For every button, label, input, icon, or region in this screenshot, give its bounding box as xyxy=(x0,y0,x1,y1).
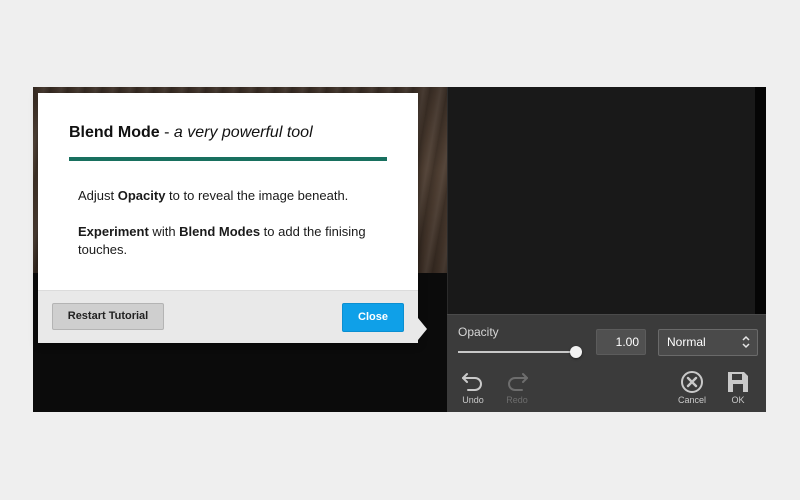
para2-bold-2: Blend Modes xyxy=(179,224,261,239)
blend-tool-panel: Opacity 1.00 Normal Undo Redo Cancel OK xyxy=(447,314,766,412)
cancel-label: Cancel xyxy=(677,395,706,405)
restart-tutorial-button[interactable]: Restart Tutorial xyxy=(52,303,164,330)
para1-text-1: Adjust xyxy=(78,188,118,203)
slider-fill xyxy=(458,351,576,353)
para1-bold-1: Opacity xyxy=(117,188,166,203)
blend-mode-select[interactable]: Normal xyxy=(658,329,758,356)
para1-text-2: to to reveal the image beneath. xyxy=(165,188,349,203)
redo-button[interactable]: Redo xyxy=(497,370,537,405)
updown-chevron-icon xyxy=(742,335,750,349)
tutorial-title: Blend Mode - a very powerful tool xyxy=(69,124,313,142)
para2-text-1: with xyxy=(148,224,180,239)
undo-arrow-icon xyxy=(462,373,482,391)
slider-knob[interactable] xyxy=(570,346,582,358)
redo-arrow-icon xyxy=(508,373,528,391)
tutorial-title-main: Blend Mode xyxy=(69,124,160,141)
ok-button[interactable]: OK xyxy=(718,370,758,405)
tutorial-divider xyxy=(69,157,387,161)
redo-label: Redo xyxy=(506,395,528,405)
opacity-label: Opacity xyxy=(458,325,499,339)
close-circle-icon xyxy=(681,371,703,393)
preview-canvas xyxy=(447,87,756,314)
undo-label: Undo xyxy=(462,395,484,405)
para2-bold-1: Experiment xyxy=(78,224,149,239)
tutorial-title-separator: - xyxy=(159,124,174,141)
close-tutorial-button[interactable]: Close xyxy=(342,303,404,332)
tutorial-title-subtitle: a very powerful tool xyxy=(173,124,313,141)
blend-mode-value: Normal xyxy=(667,335,706,349)
ok-label: OK xyxy=(731,395,745,405)
opacity-slider[interactable] xyxy=(458,346,582,358)
opacity-value-input[interactable]: 1.00 xyxy=(596,329,646,355)
canvas-edge xyxy=(755,87,766,314)
tutorial-paragraph-blend: Experiment with Blend Modes to add the f… xyxy=(78,223,378,259)
tutorial-popup: Blend Mode - a very powerful tool Adjust… xyxy=(38,93,427,343)
tutorial-footer: Restart Tutorial Close xyxy=(38,290,418,343)
tutorial-pointer xyxy=(418,318,427,340)
undo-button[interactable]: Undo xyxy=(453,370,493,405)
tutorial-paragraph-opacity: Adjust Opacity to to reveal the image be… xyxy=(78,187,378,205)
save-disk-icon xyxy=(728,372,748,392)
cancel-button[interactable]: Cancel xyxy=(672,370,712,405)
